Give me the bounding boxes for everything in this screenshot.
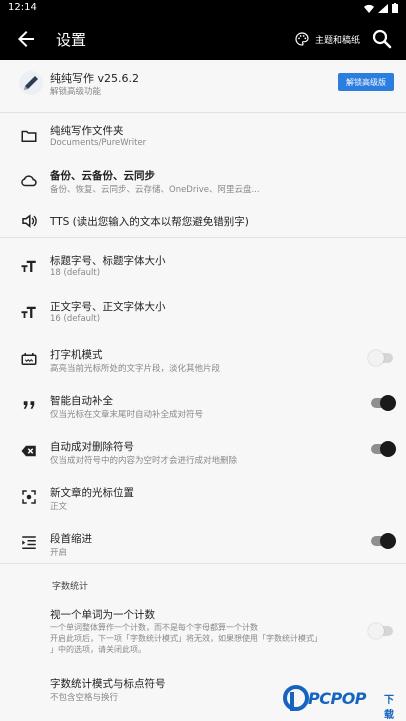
- signal-icon: [378, 3, 388, 13]
- speaker-icon: [18, 210, 40, 232]
- battery-icon: [392, 3, 398, 13]
- setting-title: 新文章的光标位置: [50, 487, 134, 499]
- setting-auto-pair-delete[interactable]: 自动成对删除符号 仅当成对符号中的内容为空时才会进行成对地删除: [0, 433, 406, 473]
- setting-subtitle: 备份、恢复、云同步、云存储、OneDrive、阿里云盘...: [50, 185, 260, 195]
- app-logo-icon: [19, 71, 43, 95]
- backspace-icon: [18, 440, 40, 462]
- quote-icon: [18, 394, 40, 416]
- wifi-icon: [364, 4, 374, 13]
- setting-subtitle: 不包含空格与换行: [50, 693, 119, 703]
- setting-title: 字数统计模式与标点符号: [50, 678, 166, 690]
- palette-icon: [295, 32, 309, 46]
- setting-tts[interactable]: TTS (读出您输入的文本以帮您避免错别字): [0, 206, 406, 236]
- status-bar: 12:14: [0, 0, 406, 17]
- system-icons: [364, 3, 398, 13]
- indent-icon: [18, 532, 40, 554]
- setting-title: 打字机模式: [50, 349, 103, 361]
- typewriter-mode-toggle[interactable]: [368, 350, 396, 366]
- setting-title: 自动成对删除符号: [50, 441, 134, 453]
- app-info-card[interactable]: 纯纯写作 v25.6.2 解锁高级功能 解锁高级版: [0, 60, 406, 112]
- section-label-word-count: 字数统计: [52, 582, 89, 592]
- setting-typewriter-mode[interactable]: 打字机模式 高亮当前光标所处的文字片段，淡化其他片段: [0, 341, 406, 381]
- setting-subtitle-line1: 一个单词整体算作一个计数，而不是每个字母都算一个计数: [50, 623, 258, 632]
- setting-title: 视一个单词为一个计数: [50, 609, 155, 621]
- setting-title: 备份、云备份、云同步: [50, 170, 155, 182]
- unlock-premium-button[interactable]: 解锁高级版: [338, 73, 394, 91]
- divider: [0, 112, 406, 113]
- app-subtitle: 解锁高级功能: [50, 87, 102, 97]
- count-word-as-one-toggle[interactable]: [368, 623, 396, 639]
- typewriter-icon: [18, 348, 40, 370]
- setting-subtitle: Documents/PureWriter: [50, 138, 147, 148]
- auto-pair-delete-toggle[interactable]: [368, 441, 396, 457]
- search-icon[interactable]: [370, 27, 394, 51]
- divider: [0, 563, 406, 564]
- paragraph-indent-toggle[interactable]: [368, 533, 396, 549]
- setting-smart-autocomplete[interactable]: 智能自动补全 仅当光标在文章末尾时自动补全成对符号: [0, 387, 406, 427]
- cloud-icon: [18, 170, 40, 192]
- folder-icon: [18, 125, 40, 147]
- status-time: 12:14: [8, 2, 37, 13]
- smart-autocomplete-toggle[interactable]: [368, 395, 396, 411]
- setting-title: 正文字号、正文字体大小: [50, 301, 166, 313]
- setting-title: 智能自动补全: [50, 395, 113, 407]
- setting-title: 标题字号、标题字体大小: [50, 255, 166, 267]
- setting-title: TTS (读出您输入的文本以帮您避免错别字): [50, 216, 249, 228]
- setting-folder[interactable]: 纯纯写作文件夹 Documents/PureWriter: [0, 117, 406, 157]
- setting-title-font-size[interactable]: 标题字号、标题字体大小 18 (default): [0, 247, 406, 287]
- pcpop-watermark: PCPOP 下载: [282, 684, 400, 721]
- setting-count-word-as-one[interactable]: 视一个单词为一个计数 一个单词整体算作一个计数，而不是每个字母都算一个计数 开启…: [0, 602, 406, 658]
- watermark-tag: 下载: [384, 695, 394, 721]
- setting-paragraph-indent[interactable]: 段首缩进 开启: [0, 525, 406, 565]
- back-arrow-icon[interactable]: [14, 27, 38, 51]
- divider: [0, 237, 406, 238]
- setting-subtitle: 高亮当前光标所处的文字片段，淡化其他片段: [50, 364, 221, 374]
- page-title: 设置: [56, 31, 87, 49]
- setting-subtitle: 开启: [50, 548, 68, 558]
- app-name: 纯纯写作 v25.6.2: [50, 72, 139, 85]
- setting-subtitle: 仅当光标在文章末尾时自动补全成对符号: [50, 410, 204, 420]
- app-bar: 设置 主题和稿纸: [0, 17, 406, 60]
- setting-subtitle: 仅当成对符号中的内容为空时才会进行成对地删除: [50, 456, 238, 466]
- setting-new-article-cursor-position[interactable]: 新文章的光标位置 正文: [0, 479, 406, 519]
- setting-subtitle: 正文: [50, 502, 68, 512]
- cursor-position-icon: [18, 486, 40, 508]
- setting-title: 纯纯写作文件夹: [50, 125, 124, 137]
- setting-subtitle: 18 (default): [50, 268, 101, 278]
- setting-subtitle: 16 (default): [50, 314, 101, 324]
- setting-subtitle-line3: 」中的选项，请关闭此项。: [50, 645, 146, 654]
- text-size-icon: [18, 255, 40, 277]
- setting-body-font-size[interactable]: 正文字号、正文字体大小 16 (default): [0, 293, 406, 333]
- setting-backup[interactable]: 备份、云备份、云同步 备份、恢复、云同步、云存储、OneDrive、阿里云盘..…: [0, 162, 406, 202]
- text-size-icon: [18, 301, 40, 323]
- watermark-brand: PCPOP: [308, 689, 367, 708]
- theme-and-paper-button[interactable]: 主题和稿纸: [294, 27, 360, 51]
- setting-title: 段首缩进: [50, 533, 92, 545]
- pcpop-logo-icon: [283, 685, 309, 711]
- setting-subtitle-line2: 开启此项后，下一项「字数统计模式」将无效，如果想使用「字数统计模式」: [50, 634, 322, 643]
- theme-label: 主题和稿纸: [314, 35, 360, 46]
